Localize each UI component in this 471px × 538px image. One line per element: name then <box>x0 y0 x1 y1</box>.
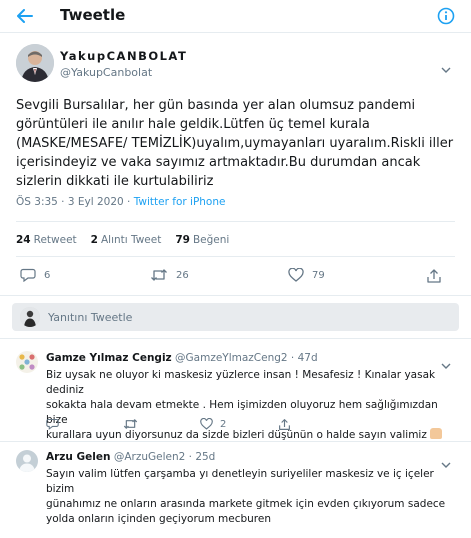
quote-stat[interactable]: 2 Alıntı Tweet <box>91 234 162 246</box>
author-handle[interactable]: @YakupCanbolat <box>60 66 152 79</box>
reply-text-line: yolda onların içinden geçiyorum mecburen <box>46 513 272 525</box>
like-stat-label: Beğeni <box>192 234 230 246</box>
tweet-text-line: (MASKE/MESAFE/ TEMİZLİK)uyalım,uymayanla… <box>16 136 454 151</box>
more-options-button[interactable] <box>441 58 451 77</box>
reply-avatar[interactable] <box>16 351 38 373</box>
tweet-text-line: Sevgili Bursalılar, her gün basında yer … <box>16 98 416 113</box>
share-icon <box>279 419 290 430</box>
tweet-text-line: içerisindeyiz ve vaka sayımız artmaktadı… <box>16 155 421 170</box>
reply-share-button[interactable] <box>278 418 291 431</box>
author-avatar[interactable] <box>16 44 54 82</box>
reply-avatar[interactable] <box>16 450 38 472</box>
reply-like-count: 2 <box>220 418 227 430</box>
reply-actions: 2 <box>46 418 406 432</box>
retweet-count: 26 <box>176 269 189 281</box>
reply-author-name[interactable]: Arzu Gelen <box>46 451 110 463</box>
like-stat[interactable]: 79 Beğeni <box>175 234 229 246</box>
reply-author-handle[interactable]: @GamzeYlmazCeng2 · 47d <box>175 352 318 364</box>
retweet-stat-count: 24 <box>16 234 31 246</box>
tweet-text: Sevgili Bursalılar, her gün basında yer … <box>16 96 461 191</box>
tweet-text-line: görüntüleri ile anılır hale geldik.Lütfe… <box>16 117 370 132</box>
arrow-left-icon <box>17 9 33 23</box>
reply-item[interactable]: Arzu Gelen @ArzuGelen2 · 25d Sayın valim… <box>0 445 471 538</box>
thumbs-up-emoji-icon <box>429 428 442 439</box>
tweet-stats: 24 Retweet 2 Alıntı Tweet 79 Beğeni <box>16 234 229 246</box>
divider <box>0 295 471 296</box>
reply-text-line: Biz uysak ne oluyor ki maskesiz yüzlerce… <box>46 369 436 396</box>
reply-compose-bar[interactable]: Yanıtını Tweetle <box>12 303 459 331</box>
tweet-text-line: sizlerin dikkati ile kurtulabiliriz <box>16 174 214 189</box>
reply-compose-label: Yanıtını Tweetle <box>48 311 133 324</box>
info-button[interactable] <box>435 5 457 27</box>
top-bar: Tweetle <box>0 0 471 33</box>
reply-count: 6 <box>44 269 51 281</box>
reply-text-line: Sayın valim lütfen çarşamba yı denetleyi… <box>46 468 434 495</box>
reply-reply-button[interactable] <box>46 418 66 430</box>
page-title: Tweetle <box>60 6 126 24</box>
retweet-icon <box>123 419 138 429</box>
author-name[interactable]: YakupCANBOLAT <box>60 49 187 63</box>
share-button[interactable] <box>426 268 442 284</box>
chevron-down-icon <box>441 67 451 73</box>
retweet-button[interactable]: 26 <box>150 268 189 282</box>
back-button[interactable] <box>12 3 38 29</box>
tweet-timestamp: ÖS 3:35 · 3 Eyl 2020 · Twitter for iPhon… <box>16 196 225 208</box>
like-stat-count: 79 <box>175 234 190 246</box>
reply-icon <box>46 419 59 430</box>
retweet-icon <box>151 269 167 281</box>
reply-like-button[interactable]: 2 <box>200 418 226 430</box>
tweet-actions: 6 26 79 <box>16 268 456 286</box>
retweet-stat-label: Retweet <box>33 234 77 246</box>
quote-stat-label: Alıntı Tweet <box>100 234 162 246</box>
like-button[interactable]: 79 <box>288 268 325 282</box>
info-icon <box>437 7 455 25</box>
reply-text-line: günahımız ne onların arasında markete gi… <box>46 498 446 510</box>
heart-icon <box>200 418 213 430</box>
reply-item[interactable]: Gamze Yılmaz Cengiz @GamzeYlmazCeng2 · 4… <box>0 346 471 441</box>
reply-author-handle[interactable]: @ArzuGelen2 · 25d <box>114 451 216 463</box>
user-avatar <box>20 307 40 327</box>
tweet-source-link[interactable]: Twitter for iPhone <box>134 196 226 208</box>
heart-icon <box>288 268 304 282</box>
divider <box>16 221 455 222</box>
reply-header: Gamze Yılmaz Cengiz @GamzeYlmazCeng2 · 4… <box>46 352 318 364</box>
divider <box>0 441 471 442</box>
reply-icon <box>20 268 36 282</box>
reply-header: Arzu Gelen @ArzuGelen2 · 25d <box>46 451 215 463</box>
reply-text: Sayın valim lütfen çarşamba yı denetleyi… <box>46 467 456 527</box>
share-icon <box>427 269 441 283</box>
divider <box>16 256 455 257</box>
reply-button[interactable]: 6 <box>20 268 50 282</box>
timestamp-link[interactable]: ÖS 3:35 · 3 Eyl 2020 · <box>16 196 134 208</box>
reply-retweet-button[interactable] <box>123 418 145 430</box>
divider <box>0 338 471 339</box>
reply-author-name[interactable]: Gamze Yılmaz Cengiz <box>46 352 172 364</box>
retweet-stat[interactable]: 24 Retweet <box>16 234 77 246</box>
like-count: 79 <box>312 269 325 281</box>
quote-stat-count: 2 <box>90 234 98 246</box>
